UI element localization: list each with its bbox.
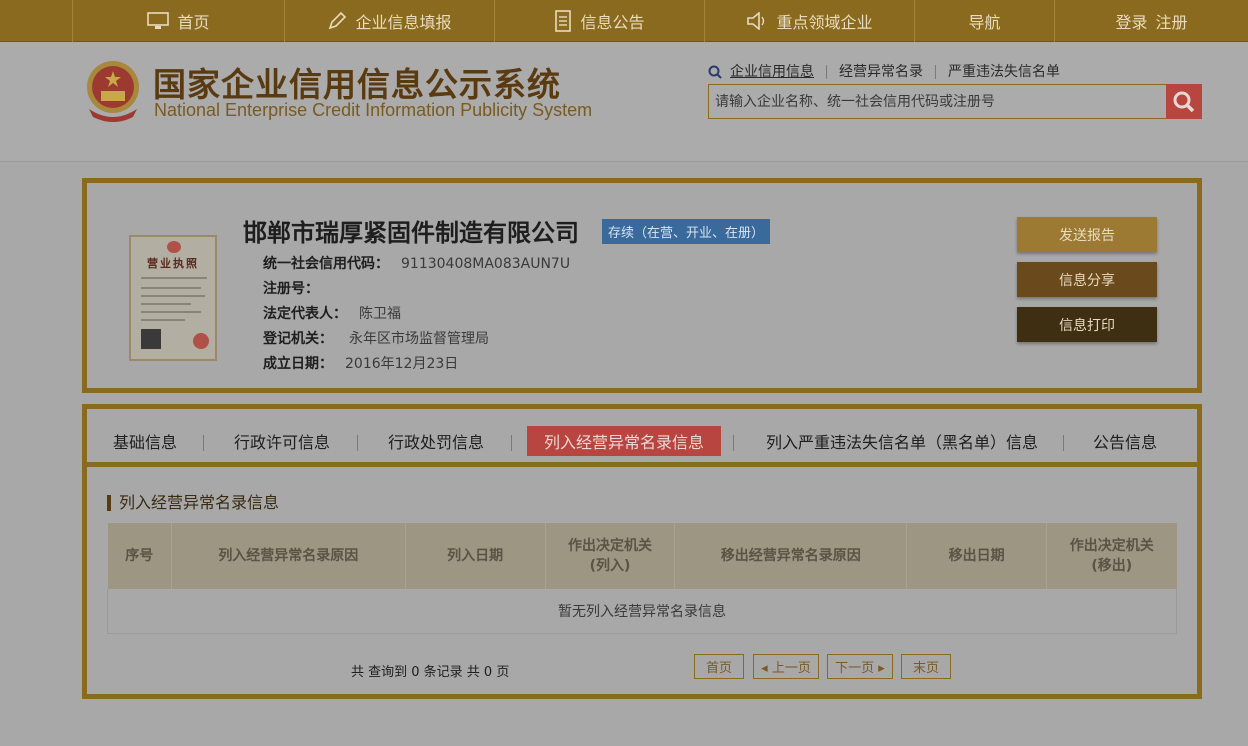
tab-announcements[interactable]: 公告信息	[1083, 426, 1167, 456]
field-label: 登记机关：	[263, 331, 333, 347]
tab-separator	[733, 435, 734, 451]
nav-navigation[interactable]: 导航	[914, 0, 1054, 42]
business-license-image[interactable]: 营业执照	[129, 235, 217, 361]
send-report-button[interactable]: 发送报告	[1017, 217, 1157, 252]
nav-account: 登录 注册	[1054, 0, 1248, 42]
tab-separator	[511, 435, 512, 451]
nav-notice[interactable]: 信息公告	[494, 0, 704, 42]
license-line	[141, 295, 205, 297]
field-founded: 成立日期： 2016年12月23日	[263, 353, 458, 373]
field-value: 91130408MA083AUN7U	[401, 256, 571, 272]
search-button[interactable]	[1166, 84, 1202, 119]
next-page-button[interactable]: 下一页 ▸	[827, 654, 893, 679]
section-title: 列入经营异常名录信息	[107, 495, 279, 511]
col-header: 序号	[107, 523, 172, 589]
field-label: 注册号：	[263, 281, 319, 297]
nav-report-label: 企业信息填报	[355, 13, 452, 32]
tab-separator	[1063, 435, 1064, 451]
nav-notice-label: 信息公告	[580, 13, 645, 32]
tab-basic-info[interactable]: 基础信息	[103, 426, 187, 456]
tab-separator	[203, 435, 204, 451]
col-header: 列入日期	[404, 523, 546, 589]
license-line	[141, 311, 201, 313]
pager-info: 共 查询到 0 条记录 共 0 页	[351, 665, 510, 680]
pencil-icon	[329, 11, 347, 30]
license-line	[141, 303, 191, 305]
tab-admin-license[interactable]: 行政许可信息	[227, 426, 337, 456]
abnormal-list-table: 序号 列入经营异常名录原因 列入日期 作出决定机关 (列入) 移出经营异常名录原…	[107, 523, 1177, 634]
field-value: 陈卫福	[359, 306, 401, 322]
col-header: 作出决定机关 (列入)	[544, 523, 675, 589]
field-label: 法定代表人：	[263, 306, 347, 322]
company-name: 邯郸市瑞厚紧固件制造有限公司	[243, 219, 579, 247]
empty-state-text: 暂无列入经营异常名录信息	[107, 589, 1177, 634]
search-link-abnormal[interactable]: 经营异常名录	[826, 65, 935, 79]
tab-abnormal-list[interactable]: 列入经营异常名录信息	[527, 426, 721, 456]
print-button[interactable]: 信息打印	[1017, 307, 1157, 342]
license-line	[141, 319, 185, 321]
search-link-blacklist[interactable]: 严重违法失信名单	[935, 65, 1072, 79]
field-credit-code: 统一社会信用代码： 91130408MA083AUN7U	[263, 253, 570, 273]
col-header: 列入经营异常名录原因	[170, 523, 406, 589]
license-emblem-icon	[167, 241, 181, 253]
search-link-credit[interactable]: 企业信用信息	[722, 65, 826, 79]
nav-key-fields[interactable]: 重点领域企业	[704, 0, 914, 42]
tab-admin-penalty[interactable]: 行政处罚信息	[381, 426, 491, 456]
first-page-button[interactable]: 首页	[694, 654, 744, 679]
tab-blacklist[interactable]: 列入严重违法失信名单（黑名单）信息	[751, 426, 1053, 456]
info-panel: 基础信息 行政许可信息 行政处罚信息 列入经营异常名录信息 列入严重违法失信名单…	[82, 404, 1202, 699]
national-emblem-icon	[87, 61, 139, 122]
col-header: 作出决定机关 (移出)	[1046, 523, 1177, 589]
seal-icon	[193, 333, 209, 349]
nav-navigation-label: 导航	[968, 13, 1001, 32]
status-badge: 存续（在营、开业、在册）	[602, 219, 771, 244]
table-row: 暂无列入经营异常名录信息	[107, 589, 1177, 634]
col-header: 移出经营异常名录原因	[674, 523, 907, 589]
search-input[interactable]	[708, 84, 1168, 119]
tab-bar: 基础信息 行政许可信息 行政处罚信息 列入经营异常名录信息 列入严重违法失信名单…	[87, 409, 1197, 467]
site-title-en: National Enterprise Credit Information P…	[154, 100, 593, 120]
site-title: 国家企业信用信息公示系统	[153, 65, 561, 104]
field-label: 成立日期：	[263, 356, 333, 372]
prev-page-button[interactable]: ◂ 上一页	[753, 654, 819, 679]
field-authority: 登记机关： 永年区市场监督管理局	[263, 328, 489, 348]
document-icon	[555, 10, 572, 32]
field-reg-no: 注册号：	[263, 278, 331, 298]
qr-code-icon	[141, 329, 161, 349]
license-line	[141, 277, 207, 279]
field-value: 永年区市场监督管理局	[349, 331, 489, 347]
nav-home[interactable]: 首页	[72, 0, 284, 42]
top-nav: 首页 企业信息填报 信息公告 重点领域企业 导航 登录 注册	[0, 0, 1248, 42]
company-card: 营业执照 邯郸市瑞厚紧固件制造有限公司 存续（在营、开业、在册） 统一社会信用代…	[82, 178, 1202, 393]
col-header: 移出日期	[906, 523, 1047, 589]
login-link[interactable]: 登录	[1115, 9, 1147, 33]
field-label: 统一社会信用代码：	[263, 256, 389, 272]
share-button[interactable]: 信息分享	[1017, 262, 1157, 297]
nav-report[interactable]: 企业信息填报	[284, 0, 494, 42]
site-header: 国家企业信用信息公示系统 National Enterprise Credit …	[0, 42, 1248, 162]
magnifier-icon	[1173, 91, 1195, 112]
tab-separator	[357, 435, 358, 451]
register-link[interactable]: 注册	[1156, 9, 1188, 33]
last-page-button[interactable]: 末页	[901, 654, 951, 679]
license-title: 营业执照	[147, 257, 199, 270]
nav-key-fields-label: 重点领域企业	[776, 13, 873, 32]
search-icon	[708, 65, 722, 79]
field-legal-rep: 法定代表人： 陈卫福	[263, 303, 401, 323]
search-type-links: 企业信用信息 经营异常名录 严重违法失信名单	[708, 62, 1072, 82]
monitor-icon	[147, 12, 170, 29]
license-line	[141, 287, 201, 289]
field-value: 2016年12月23日	[345, 356, 459, 372]
speaker-icon	[747, 12, 765, 30]
nav-home-label: 首页	[177, 13, 210, 32]
